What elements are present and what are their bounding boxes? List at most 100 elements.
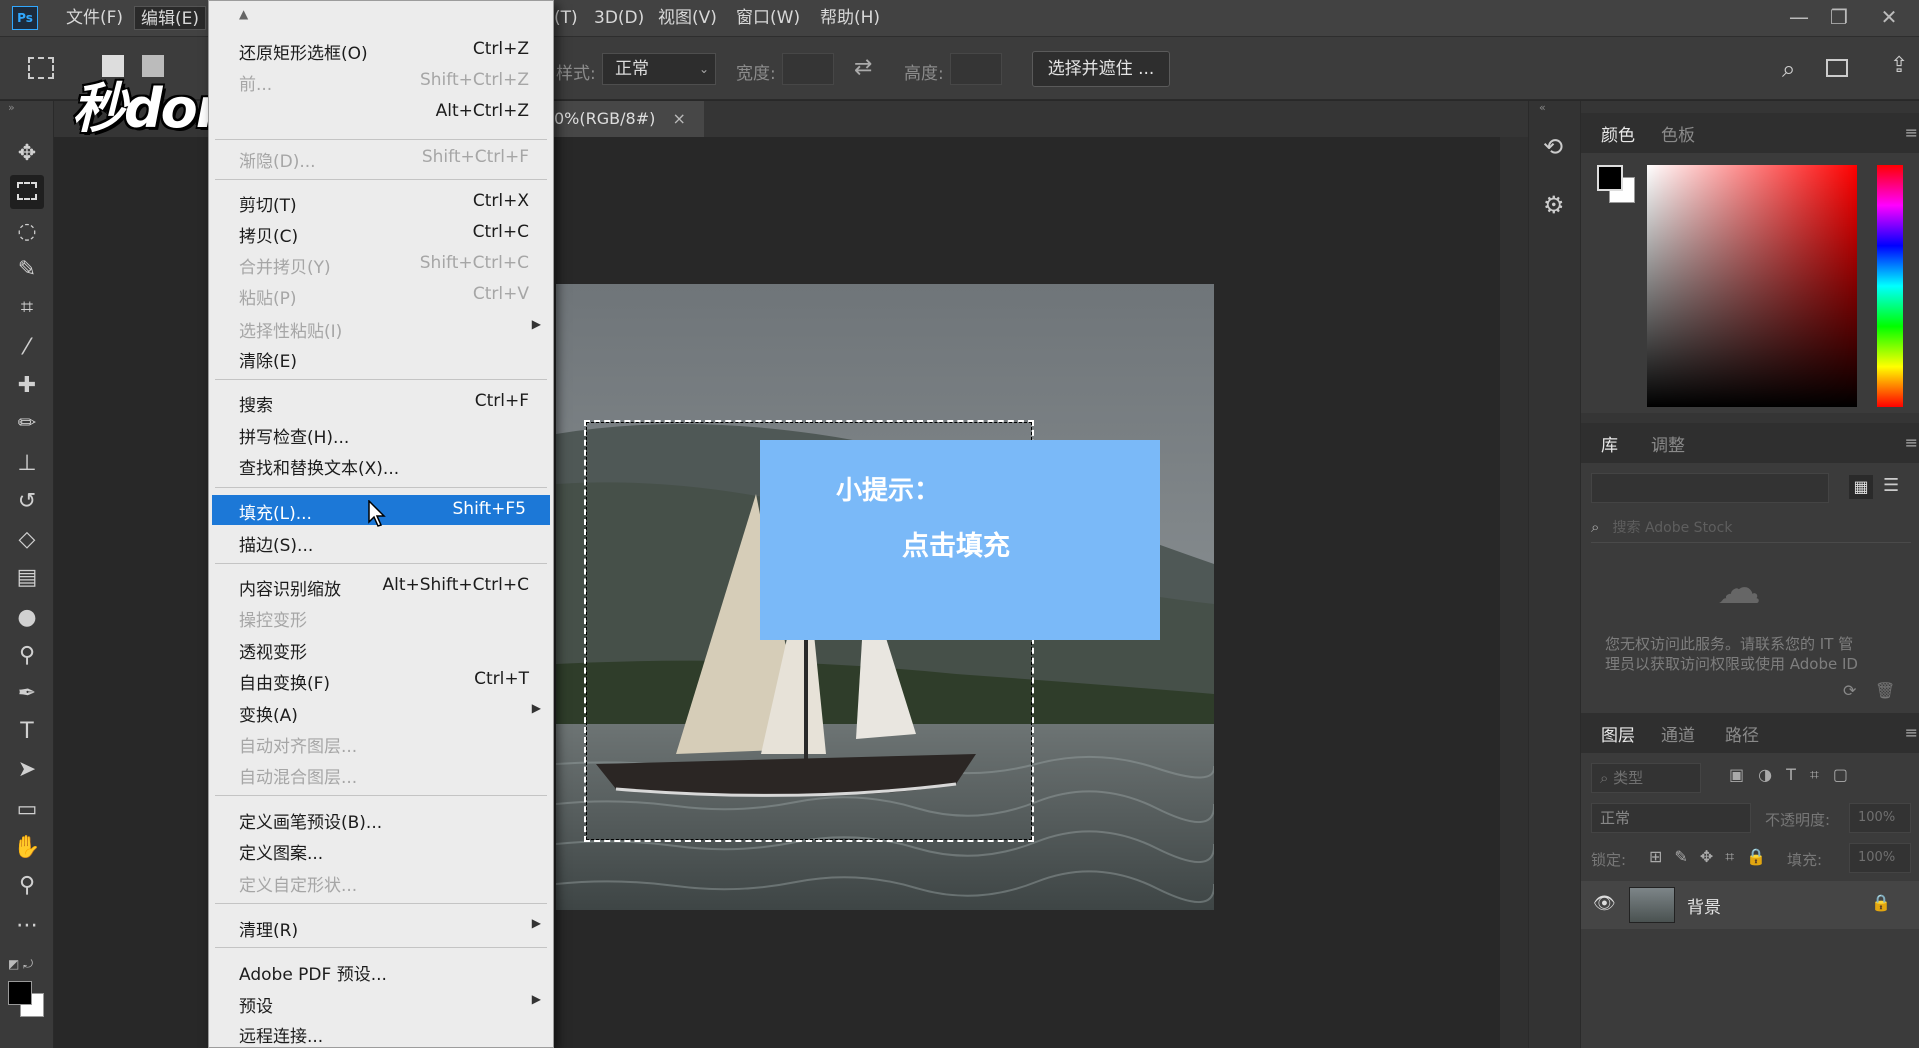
width-input[interactable] xyxy=(782,53,834,85)
menu-item-stroke[interactable]: 描边(S)... xyxy=(209,527,553,557)
menu-item-presets[interactable]: 预设 ▶ xyxy=(209,988,553,1018)
select-and-mask-button[interactable]: 选择并遮住 ... xyxy=(1032,51,1170,87)
properties-panel-icon[interactable]: ⚙ xyxy=(1543,191,1565,219)
path-selection-tool-icon[interactable]: ➤ xyxy=(10,753,44,787)
tab-layers[interactable]: 图层 xyxy=(1595,721,1641,746)
tab-adjustments[interactable]: 调整 xyxy=(1645,431,1691,456)
gradient-tool-icon[interactable]: ▤ xyxy=(10,561,44,595)
brush-tool-icon[interactable]: ✏ xyxy=(10,407,44,441)
expand-panels-icon[interactable]: « xyxy=(1539,101,1546,114)
search-icon[interactable]: ⌕ xyxy=(1782,55,1795,83)
hue-slider[interactable] xyxy=(1877,165,1903,407)
style-select[interactable]: 正常 ⌄ xyxy=(602,53,716,85)
menu-item-puppet-warp[interactable]: 操控变形 xyxy=(209,602,553,632)
more-tools-icon[interactable]: ⋯ xyxy=(10,909,44,943)
pen-tool-icon[interactable]: ✒ xyxy=(10,677,44,711)
menu-item-paste[interactable]: 粘贴(P) Ctrl+V xyxy=(209,280,553,310)
menu-item-define-brush[interactable]: 定义画笔预设(B)... xyxy=(209,804,553,834)
menu-item-step-backward[interactable]: Alt+Ctrl+Z xyxy=(209,97,553,127)
menu-help[interactable]: 帮助(H) xyxy=(814,6,886,30)
sync-icon[interactable]: ⟳ xyxy=(1843,681,1856,700)
panel-menu-icon[interactable]: ≡ xyxy=(1905,433,1918,452)
minimize-button[interactable]: — xyxy=(1784,4,1814,30)
menu-item-undo-marquee[interactable]: 还原矩形选框(O) Ctrl+Z xyxy=(209,35,553,65)
clone-stamp-tool-icon[interactable]: ⊥ xyxy=(10,447,44,481)
quick-select-tool-icon[interactable]: ✎ xyxy=(10,253,44,287)
history-panel-icon[interactable]: ⟲ xyxy=(1543,133,1563,161)
menu-item-paste-special[interactable]: 选择性粘贴(I) ▶ xyxy=(209,313,553,343)
menu-item-find-replace[interactable]: 查找和替换文本(X)... xyxy=(209,450,553,480)
library-select[interactable] xyxy=(1591,473,1829,503)
height-input[interactable] xyxy=(950,53,1002,85)
menu-item-spell-check[interactable]: 拼写检查(H)... xyxy=(209,419,553,449)
menu-item-auto-blend[interactable]: 自动混合图层... xyxy=(209,759,553,789)
menu-item-copy[interactable]: 拷贝(C) Ctrl+C xyxy=(209,218,553,248)
layer-filter-icons[interactable]: ▣◑T⌗▢ xyxy=(1729,765,1862,785)
swap-icon[interactable]: ⇄ xyxy=(854,55,872,80)
foreground-color-swatch[interactable] xyxy=(8,981,32,1005)
tab-swatches[interactable]: 色板 xyxy=(1655,121,1701,146)
menu-item-adobe-pdf-presets[interactable]: Adobe PDF 预设... xyxy=(209,956,553,986)
opacity-input[interactable]: 100% xyxy=(1849,803,1911,833)
menu-item-purge[interactable]: 清理(R) ▶ xyxy=(209,912,553,942)
blend-mode-select[interactable]: 正常 xyxy=(1591,803,1751,833)
menu-item-auto-align[interactable]: 自动对齐图层... xyxy=(209,728,553,758)
history-brush-tool-icon[interactable]: ↺ xyxy=(10,485,44,519)
color-field[interactable] xyxy=(1647,165,1857,407)
share-icon[interactable]: ⇪ xyxy=(1890,53,1908,78)
menu-item-cut[interactable]: 剪切(T) Ctrl+X xyxy=(209,187,553,217)
eyedropper-tool-icon[interactable]: ⁄ xyxy=(10,331,44,365)
tab-channels[interactable]: 通道 xyxy=(1655,721,1701,746)
scroll-up-icon[interactable]: ▲ xyxy=(239,7,248,21)
menu-item-free-transform[interactable]: 自由变换(F) Ctrl+T xyxy=(209,665,553,695)
menu-item-copy-merged[interactable]: 合并拷贝(Y) Shift+Ctrl+C xyxy=(209,249,553,279)
menu-item-perspective-warp[interactable]: 透视变形 xyxy=(209,634,553,664)
foreground-color-chip[interactable] xyxy=(1597,165,1623,191)
default-colors-icon[interactable]: ◩ ⤾ xyxy=(8,957,33,972)
menu-edit[interactable]: 编辑(E) xyxy=(134,6,207,30)
panel-menu-icon[interactable]: ≡ xyxy=(1905,723,1918,742)
menu-item-define-shape[interactable]: 定义自定形状... xyxy=(209,867,553,897)
move-tool-icon[interactable]: ✥ xyxy=(10,137,44,171)
trash-icon[interactable]: 🗑 xyxy=(1875,681,1895,700)
menu-item-define-pattern[interactable]: 定义图案... xyxy=(209,835,553,865)
list-view-icon[interactable]: ☰ xyxy=(1883,475,1899,496)
grid-view-icon[interactable]: ▦ xyxy=(1849,475,1873,499)
restore-button[interactable]: ❐ xyxy=(1824,4,1854,30)
dodge-tool-icon[interactable]: ⚲ xyxy=(10,639,44,673)
menu-item-search[interactable]: 搜索 Ctrl+F xyxy=(209,387,553,417)
menu-view[interactable]: 视图(V) xyxy=(652,6,723,30)
rectangular-marquee-tool-icon[interactable] xyxy=(10,175,44,209)
layer-row-background[interactable]: 👁 背景 🔒 xyxy=(1581,881,1919,929)
crop-tool-icon[interactable]: ⌗ xyxy=(10,291,44,325)
fill-input[interactable]: 100% xyxy=(1849,843,1911,873)
menu-item-remote-connections[interactable]: 远程连接... xyxy=(209,1018,553,1048)
hand-tool-icon[interactable]: ✋ xyxy=(10,831,44,865)
tab-color[interactable]: 颜色 xyxy=(1595,121,1641,146)
blur-tool-icon[interactable]: ● xyxy=(10,601,44,635)
canvas-scrollbar[interactable] xyxy=(1500,137,1528,1048)
close-tab-icon[interactable]: × xyxy=(672,109,685,128)
healing-brush-tool-icon[interactable]: ✚ xyxy=(10,369,44,403)
menu-3d[interactable]: 3D(D) xyxy=(588,6,650,30)
lasso-tool-icon[interactable]: ◌ xyxy=(10,215,44,249)
menu-item-step-forward[interactable]: 前... Shift+Ctrl+Z xyxy=(209,66,553,96)
collapse-toolbar-icon[interactable]: » xyxy=(8,101,15,114)
document-tab[interactable]: 0%(RGB/8#) × xyxy=(546,101,704,137)
layer-filter-select[interactable]: ⌕ 类型 xyxy=(1591,763,1701,793)
panel-menu-icon[interactable]: ≡ xyxy=(1905,123,1918,142)
menu-item-content-aware-scale[interactable]: 内容识别缩放 Alt+Shift+Ctrl+C xyxy=(209,571,553,601)
close-window-button[interactable]: ✕ xyxy=(1874,4,1904,30)
zoom-tool-icon[interactable]: ⚲ xyxy=(10,869,44,903)
workspace-icon[interactable] xyxy=(1826,59,1848,77)
menu-item-transform[interactable]: 变换(A) ▶ xyxy=(209,697,553,727)
eraser-tool-icon[interactable]: ◇ xyxy=(10,523,44,557)
menu-item-fade[interactable]: 渐隐(D)... Shift+Ctrl+F xyxy=(209,143,553,173)
marquee-tool-preset-icon[interactable] xyxy=(28,57,54,79)
rectangle-tool-icon[interactable]: ▭ xyxy=(10,793,44,827)
visibility-eye-icon[interactable]: 👁 xyxy=(1593,893,1616,914)
lock-icons[interactable]: ⊞✎✥⌗🔒 xyxy=(1649,847,1778,867)
menu-window[interactable]: 窗口(W) xyxy=(730,6,806,30)
menu-item-clear[interactable]: 清除(E) xyxy=(209,343,553,373)
stock-search-field[interactable]: ⌕ 搜索 Adobe Stock xyxy=(1591,517,1911,543)
